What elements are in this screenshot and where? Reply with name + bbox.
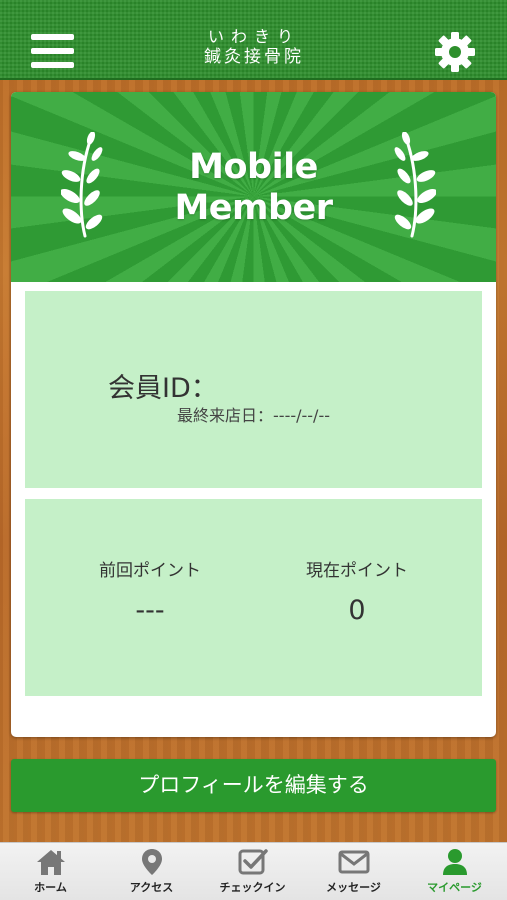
member-info-panel: 会員ID： 最終来店日：----/--/--	[25, 291, 482, 488]
hamburger-menu-button[interactable]	[31, 34, 74, 70]
tab-message-label: メッセージ	[326, 881, 381, 894]
tab-checkin-label: チェックイン	[219, 881, 286, 894]
previous-points: 前回ポイント ---	[50, 559, 250, 631]
tab-checkin[interactable]: チェックイン	[202, 843, 303, 900]
envelope-icon	[338, 850, 369, 874]
tab-access[interactable]: アクセス	[101, 843, 202, 900]
menu-bar	[31, 34, 74, 40]
menu-bar	[31, 62, 74, 68]
tab-home[interactable]: ホーム	[0, 843, 101, 900]
member-card: Mobile Member 会員ID： 最終来店日：----/--/-- 前回ポ…	[11, 92, 496, 737]
clinic-logo: いわきり 鍼灸接骨院	[180, 28, 328, 68]
tab-message[interactable]: メッセージ	[303, 843, 404, 900]
current-points-label: 現在ポイント	[306, 561, 408, 581]
banner-title: Mobile Member	[131, 147, 376, 229]
user-icon	[442, 849, 467, 875]
tab-home-label: ホーム	[34, 881, 67, 894]
previous-points-label: 前回ポイント	[99, 561, 201, 581]
app-header: いわきり 鍼灸接骨院	[0, 0, 507, 80]
banner-title-line-2: Member	[174, 188, 333, 228]
gear-icon	[435, 32, 475, 72]
checkbox-icon	[238, 849, 268, 875]
map-pin-icon	[141, 849, 162, 875]
points-panel: 前回ポイント --- 現在ポイント 0	[25, 499, 482, 696]
current-points-value: 0	[348, 595, 366, 626]
logo-line-2: 鍼灸接骨院	[204, 47, 304, 67]
last-visit: 最終来店日：----/--/--	[25, 402, 482, 426]
member-id-label: 会員ID：	[108, 373, 218, 404]
banner-title-line-1: Mobile	[189, 147, 318, 187]
tab-access-label: アクセス	[129, 881, 174, 894]
edit-profile-button[interactable]: プロフィールを編集する	[11, 759, 496, 812]
home-icon	[36, 850, 65, 875]
menu-bar	[31, 48, 74, 54]
mobile-member-banner: Mobile Member	[11, 92, 496, 282]
bottom-tab-bar: ホーム アクセス チェックイン メッセージ マイページ	[0, 842, 507, 900]
logo-line-1: いわきり	[207, 27, 300, 46]
settings-button[interactable]	[434, 31, 476, 73]
laurel-right-icon	[394, 132, 436, 238]
last-visit-value: ----/--/--	[273, 406, 330, 425]
current-points: 現在ポイント 0	[257, 559, 457, 631]
last-visit-label: 最終来店日：	[177, 406, 274, 425]
tab-mypage-label: マイページ	[427, 881, 482, 894]
previous-points-value: ---	[135, 595, 165, 626]
laurel-left-icon	[61, 132, 103, 238]
tab-mypage[interactable]: マイページ	[404, 843, 505, 900]
